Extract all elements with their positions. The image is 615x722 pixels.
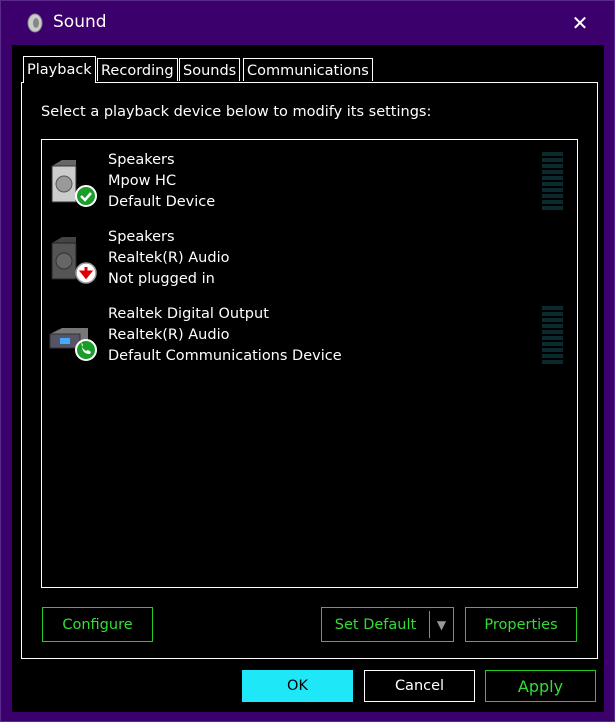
device-driver: Realtek(R) Audio xyxy=(108,250,230,266)
list-item[interactable]: Speakers Mpow HC Default Device xyxy=(48,150,568,216)
tab-communications[interactable]: Communications xyxy=(243,58,373,81)
list-item[interactable]: Realtek Digital Output Realtek(R) Audio … xyxy=(48,304,568,370)
device-status: Default Device xyxy=(108,194,216,210)
device-list[interactable]: Speakers Mpow HC Default Device Speakers… xyxy=(41,139,578,588)
list-item[interactable]: Speakers Realtek(R) Audio Not plugged in xyxy=(48,227,568,293)
chevron-down-icon[interactable]: ▼ xyxy=(430,618,453,632)
device-driver: Realtek(R) Audio xyxy=(108,327,230,343)
device-status: Default Communications Device xyxy=(108,348,342,364)
device-name: Speakers xyxy=(108,229,175,245)
cancel-button[interactable]: Cancel xyxy=(364,670,475,702)
properties-button[interactable]: Properties xyxy=(465,607,577,642)
ok-button[interactable]: OK xyxy=(242,670,353,702)
check-icon xyxy=(75,185,97,207)
speaker-icon xyxy=(51,237,97,284)
phone-icon xyxy=(75,339,97,361)
device-name: Speakers xyxy=(108,152,175,168)
instruction-label: Select a playback device below to modify… xyxy=(41,104,432,120)
set-default-label: Set Default xyxy=(334,616,417,633)
tab-sounds[interactable]: Sounds xyxy=(179,58,241,81)
close-button[interactable]: ✕ xyxy=(556,1,604,45)
sound-dialog: Sound ✕ Playback Recording Sounds Commun… xyxy=(0,0,615,722)
volume-level-meter xyxy=(542,306,563,364)
tab-recording[interactable]: Recording xyxy=(97,58,178,81)
device-driver: Mpow HC xyxy=(108,173,177,189)
digital-output-icon xyxy=(49,328,97,361)
speaker-icon xyxy=(51,160,97,207)
speaker-app-icon xyxy=(27,13,43,33)
device-name: Realtek Digital Output xyxy=(108,306,269,322)
window-title: Sound xyxy=(53,12,107,32)
set-default-button[interactable]: Set Default ▼ xyxy=(321,607,454,642)
apply-button[interactable]: Apply xyxy=(485,670,596,702)
configure-button[interactable]: Configure xyxy=(42,607,153,642)
device-status: Not plugged in xyxy=(108,271,215,287)
tab-playback[interactable]: Playback xyxy=(23,56,96,83)
volume-level-meter xyxy=(542,152,563,210)
